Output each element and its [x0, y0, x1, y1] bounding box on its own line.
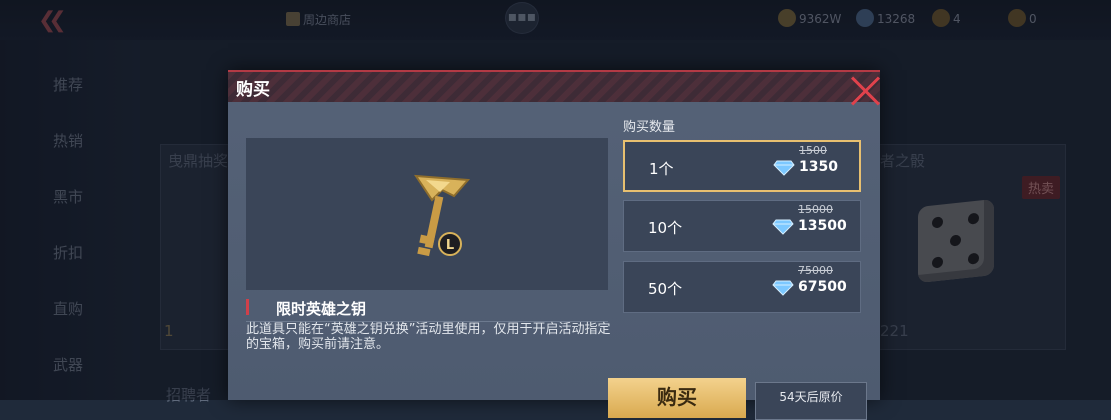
- dialog-title: 购买: [236, 80, 270, 100]
- close-button[interactable]: [848, 74, 882, 108]
- buy-button[interactable]: 购买: [608, 378, 746, 418]
- option-price: 1350: [799, 159, 838, 175]
- option-original-price: 1500: [799, 144, 827, 157]
- item-description: 此道具只能在“英雄之钥兑换”活动里使用，仅用于开启活动指定的宝箱，购买前请注意。: [246, 322, 611, 352]
- diamond-icon: [773, 160, 795, 176]
- option-price: 13500: [798, 218, 847, 234]
- option-qty: 10个: [648, 219, 683, 237]
- quantity-option-50[interactable]: 50个 75000 67500: [623, 261, 861, 313]
- quantity-label: 购买数量: [623, 120, 676, 135]
- option-original-price: 75000: [798, 264, 833, 277]
- item-name: 限时英雄之钥: [276, 300, 367, 318]
- diamond-icon: [772, 280, 794, 296]
- option-qty: 50个: [648, 280, 683, 298]
- diamond-icon: [772, 219, 794, 235]
- quantity-option-1[interactable]: 1个 1500 1350: [623, 140, 861, 192]
- dialog-header: 购买: [228, 70, 880, 102]
- option-qty: 1个: [649, 160, 674, 178]
- restore-price-button[interactable]: 54天后原价: [755, 382, 867, 420]
- option-price: 67500: [798, 279, 847, 295]
- quantity-option-10[interactable]: 10个 15000 13500: [623, 200, 861, 252]
- key-icon: L: [414, 174, 471, 257]
- purchase-dialog: 购买 L 限时英雄之钥 此道具只能在“英雄之钥兑换”活动里使用，仅用于开启活动指…: [228, 70, 882, 420]
- svg-text:L: L: [446, 238, 454, 253]
- item-preview: L: [246, 138, 608, 290]
- item-name-accent: [246, 299, 249, 315]
- option-original-price: 15000: [798, 203, 833, 216]
